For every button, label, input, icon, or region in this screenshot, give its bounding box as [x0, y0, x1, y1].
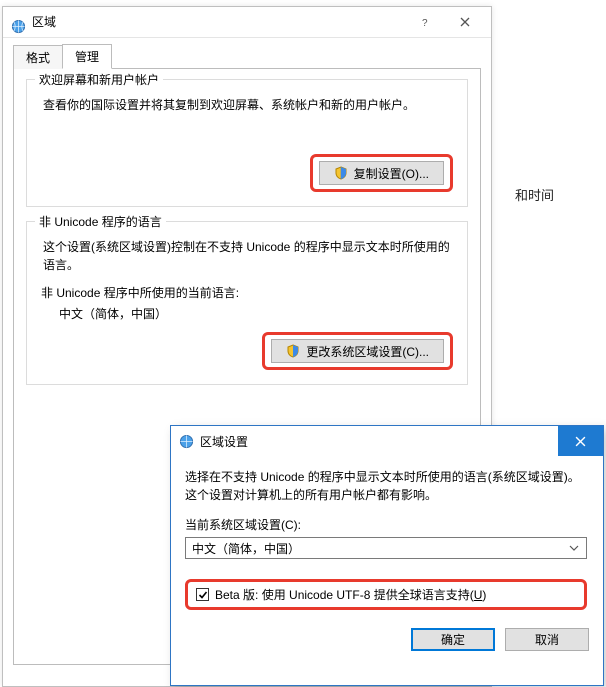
- tab-format[interactable]: 格式: [13, 45, 63, 69]
- group-non-unicode-title: 非 Unicode 程序的语言: [35, 213, 166, 230]
- region-settings-desc: 选择在不支持 Unicode 的程序中显示文本时所使用的语言(系统区域设置)。这…: [185, 468, 587, 504]
- current-locale-value: 中文（简体，中国）: [192, 540, 566, 557]
- globe-icon: [179, 434, 194, 449]
- group-welcome-screen: 欢迎屏幕和新用户帐户 查看你的国际设置并将其复制到欢迎屏幕、系统帐户和新的用户帐…: [26, 79, 468, 207]
- close-button[interactable]: [445, 8, 485, 36]
- shield-icon: [286, 344, 300, 358]
- highlight-change-locale: 更改系统区域设置(C)...: [262, 332, 453, 370]
- current-locale-label: 当前系统区域设置(C):: [185, 516, 587, 533]
- region-settings-dialog: 区域设置 选择在不支持 Unicode 的程序中显示文本时所使用的语言(系统区域…: [170, 425, 604, 686]
- region-settings-titlebar: 区域设置: [171, 426, 603, 456]
- change-system-locale-label: 更改系统区域设置(C)...: [306, 343, 429, 360]
- shield-icon: [334, 166, 348, 180]
- background-stray-text: 和时间: [515, 185, 554, 204]
- group-non-unicode: 非 Unicode 程序的语言 这个设置(系统区域设置)控制在不支持 Unico…: [26, 221, 468, 385]
- region-dialog-title: 区域: [32, 7, 405, 37]
- change-system-locale-button[interactable]: 更改系统区域设置(C)...: [271, 339, 444, 363]
- group-welcome-title: 欢迎屏幕和新用户帐户: [35, 71, 163, 88]
- region-dialog-titlebar: 区域 ?: [3, 7, 491, 38]
- chevron-down-icon: [566, 542, 582, 554]
- beta-utf8-checkbox-row[interactable]: Beta 版: 使用 Unicode UTF-8 提供全球语言支持(U): [196, 586, 576, 603]
- svg-text:?: ?: [422, 18, 428, 27]
- copy-settings-label: 复制设置(O)...: [354, 165, 429, 182]
- beta-utf8-checkbox[interactable]: [196, 588, 209, 601]
- current-locale-dropdown[interactable]: 中文（简体，中国）: [185, 537, 587, 559]
- region-settings-title: 区域设置: [200, 433, 558, 450]
- beta-utf8-label: Beta 版: 使用 Unicode UTF-8 提供全球语言支持(U): [215, 586, 486, 603]
- tab-admin[interactable]: 管理: [62, 44, 112, 69]
- region-settings-button-row: 确定 取消: [171, 620, 603, 657]
- help-button[interactable]: ?: [405, 8, 445, 36]
- close-button[interactable]: [558, 426, 603, 456]
- ok-button[interactable]: 确定: [411, 628, 495, 651]
- cancel-button[interactable]: 取消: [505, 628, 589, 651]
- globe-icon: [11, 15, 26, 30]
- group-non-unicode-desc: 这个设置(系统区域设置)控制在不支持 Unicode 的程序中显示文本时所使用的…: [43, 238, 451, 274]
- highlight-beta-utf8: Beta 版: 使用 Unicode UTF-8 提供全球语言支持(U): [185, 579, 587, 610]
- current-language-label: 非 Unicode 程序中所使用的当前语言:: [41, 284, 453, 301]
- region-settings-body: 选择在不支持 Unicode 的程序中显示文本时所使用的语言(系统区域设置)。这…: [171, 456, 603, 620]
- group-welcome-desc: 查看你的国际设置并将其复制到欢迎屏幕、系统帐户和新的用户帐户。: [43, 96, 451, 114]
- current-language-value: 中文（简体，中国）: [59, 305, 453, 322]
- tab-strip: 格式 管理: [13, 46, 481, 69]
- copy-settings-button[interactable]: 复制设置(O)...: [319, 161, 444, 185]
- highlight-copy-settings: 复制设置(O)...: [310, 154, 453, 192]
